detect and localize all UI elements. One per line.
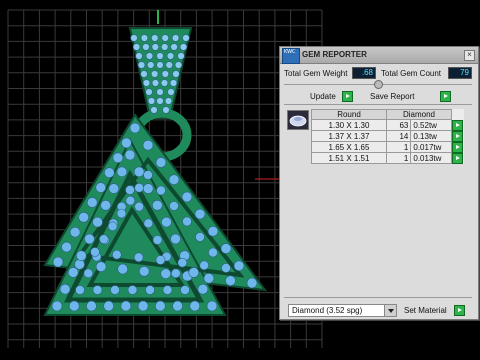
set-material-label: Set Material (404, 306, 447, 315)
row-select-button[interactable] (452, 119, 463, 131)
app-logo-icon: KWC (282, 48, 300, 64)
table-row[interactable]: 1.30 X 1.30 63 0.52tw (311, 119, 464, 131)
column-header-material: Diamond (386, 109, 452, 120)
gem-count-cell: 63 (385, 119, 412, 131)
splitter-handle[interactable] (374, 80, 383, 89)
material-select-value: Diamond (3.52 spg) (292, 306, 363, 315)
gem-shape-thumbnail[interactable] (287, 110, 309, 130)
set-material-button[interactable] (454, 305, 465, 316)
round-gem-icon (289, 115, 307, 127)
total-gem-count-label: Total Gem Count (381, 69, 442, 78)
table-header: Round Diamond (311, 109, 464, 120)
gem-count-cell: 1 (385, 152, 412, 164)
divider (284, 297, 472, 298)
total-gem-weight-value: .68 (352, 67, 376, 79)
column-header-shape: Round (311, 109, 387, 120)
gem-size-cell: 1.65 X 1.65 (311, 141, 387, 153)
total-gem-count-value: 79 (448, 67, 472, 79)
gem-weight-cell: 0.52tw (410, 119, 452, 131)
gem-size-cell: 1.51 X 1.51 (311, 152, 387, 164)
panel-titlebar[interactable]: KWC GEM REPORTER × (280, 47, 478, 64)
save-report-button[interactable] (440, 91, 451, 102)
table-row[interactable]: 1.65 X 1.65 1 0.017tw (311, 141, 464, 153)
gem-size-cell: 1.37 X 1.37 (311, 130, 387, 142)
total-gem-weight-label: Total Gem Weight (284, 69, 348, 78)
table-row[interactable]: 1.37 X 1.37 14 0.13tw (311, 130, 464, 142)
save-report-label: Save Report (370, 92, 415, 101)
gem-count-cell: 1 (385, 141, 412, 153)
gem-weight-cell: 0.013tw (410, 152, 452, 164)
gem-weight-cell: 0.13tw (410, 130, 452, 142)
update-label: Update (310, 92, 336, 101)
gem-size-cell: 1.30 X 1.30 (311, 119, 387, 131)
row-select-button[interactable] (452, 141, 463, 153)
row-select-button[interactable] (452, 130, 463, 142)
pendant-model[interactable] (43, 27, 268, 316)
gem-reporter-panel: KWC GEM REPORTER × Total Gem Weight .68 … (279, 46, 479, 320)
gem-count-cell: 14 (385, 130, 412, 142)
table-row[interactable]: 1.51 X 1.51 1 0.013tw (311, 152, 464, 164)
gem-table: Round Diamond 1.30 X 1.30 63 0.52tw 1.37… (311, 109, 464, 164)
material-select[interactable]: Diamond (3.52 spg) (288, 304, 397, 317)
row-select-button[interactable] (452, 152, 463, 164)
close-icon[interactable]: × (464, 50, 475, 61)
app-logo-text: KWC (284, 49, 296, 55)
update-button[interactable] (342, 91, 353, 102)
gem-weight-cell: 0.017tw (410, 141, 452, 153)
chevron-down-icon[interactable] (384, 305, 396, 316)
divider (284, 104, 472, 105)
panel-title: GEM REPORTER (302, 50, 367, 59)
